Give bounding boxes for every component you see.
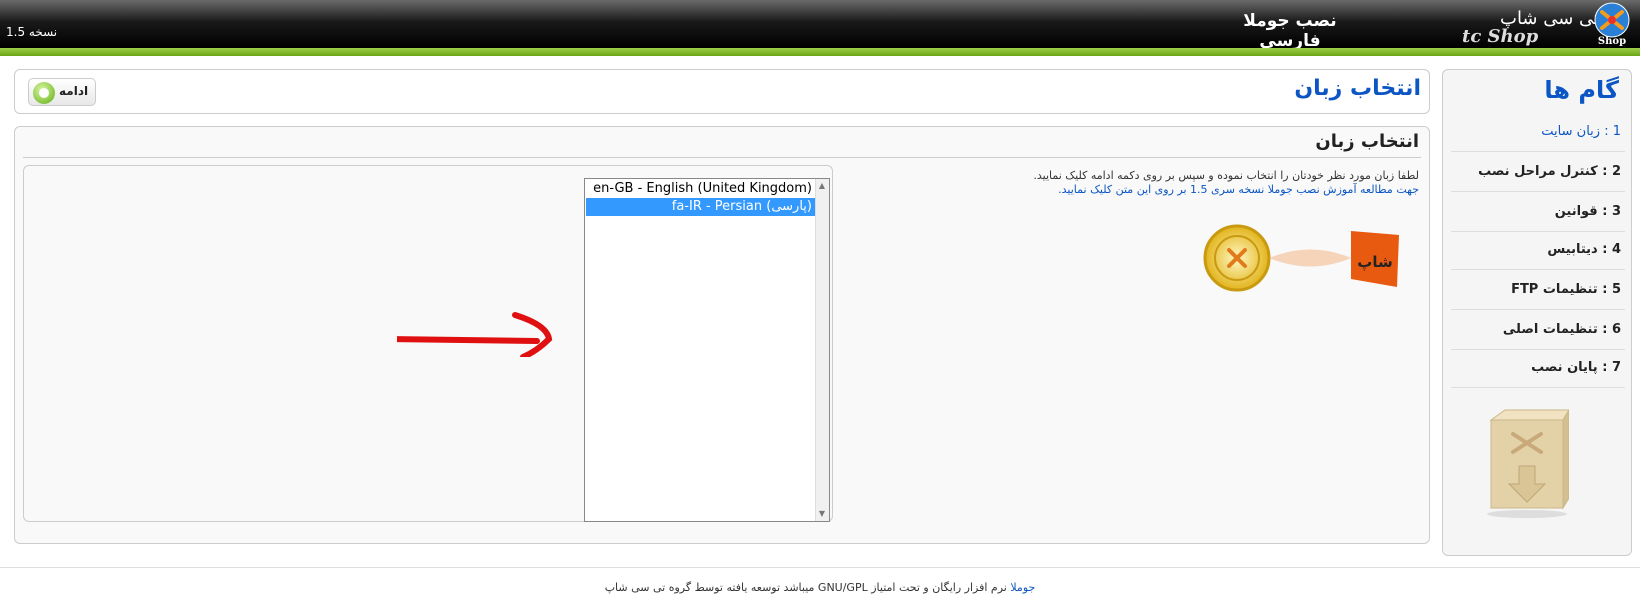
scroll-down-arrow-icon[interactable]: ▼ [815, 507, 829, 521]
tcshop-promo-image: شاپ [1203, 224, 1399, 292]
step-preinstall-check[interactable]: 2 : کنترل مراحل نصب [1451, 152, 1625, 192]
svg-text:شاپ: شاپ [1357, 253, 1392, 271]
section-title: انتخاب زبان [1315, 131, 1419, 152]
title-panel: انتخاب زبان ادامه [14, 69, 1430, 114]
footer-joomla-link[interactable]: جوملا [1010, 581, 1035, 594]
red-arrow-annotation-icon [397, 312, 553, 357]
footer-text: نرم افزار رایگان و تحت امتیاز GNU/GPL می… [604, 581, 1011, 594]
language-option-en-gb[interactable]: en-GB - English (United Kingdom) [586, 180, 816, 198]
header-accent-bar [0, 48, 1640, 56]
language-option-fa-ir[interactable]: fa-IR - Persian (پارسی) [586, 198, 816, 216]
section-divider [23, 157, 1421, 158]
step-license[interactable]: 3 : قوانین [1451, 192, 1625, 232]
instruction-text: لطفا زبان مورد نظر خودتان را انتخاب نمود… [1033, 169, 1419, 182]
step-database[interactable]: 4 : دیتابیس [1451, 230, 1625, 270]
step-main-config[interactable]: 6 : تنظیمات اصلی [1451, 310, 1625, 350]
forward-circle-icon [33, 82, 55, 104]
svg-text:Shop: Shop [1598, 36, 1626, 46]
header-bar: نسخه 1.5 نصب جوملا فارسی تی سی شاپ tc Sh… [0, 0, 1640, 51]
next-button[interactable]: ادامه [28, 78, 96, 106]
step-ftp[interactable]: 5 : تنظیمات FTP [1451, 270, 1625, 310]
scroll-up-arrow-icon[interactable]: ▲ [815, 179, 829, 193]
steps-title: گام ها [1544, 76, 1619, 104]
footer-divider [0, 567, 1640, 568]
joomla-logo-icon: Shop [1594, 2, 1630, 46]
brand-subtitle: tc Shop [1462, 26, 1539, 47]
next-button-label: ادامه [59, 84, 89, 98]
page-title: انتخاب زبان [1294, 76, 1421, 101]
language-listbox[interactable]: en-GB - English (United Kingdom) fa-IR -… [584, 178, 830, 522]
install-box-icon [1487, 409, 1569, 518]
page-header-title: نصب جوملا فارسی [1243, 11, 1337, 51]
listbox-scrollbar[interactable]: ▲ ▼ [815, 179, 829, 521]
tutorial-link[interactable]: جهت مطالعه آموزش نصب جوملا نسخه سری 1.5 … [999, 183, 1419, 196]
language-panel: انتخاب زبان لطفا زبان مورد نظر خودتان را… [14, 126, 1430, 544]
footer: جوملا نرم افزار رایگان و تحت امتیاز GNU/… [0, 581, 1640, 594]
step-finish[interactable]: 7 : پایان نصب [1451, 348, 1625, 388]
version-label: نسخه 1.5 [6, 25, 58, 39]
steps-sidebar: گام ها 1 : زبان سایت 2 : کنترل مراحل نصب… [1442, 69, 1632, 556]
step-site-language[interactable]: 1 : زبان سایت [1451, 112, 1625, 152]
